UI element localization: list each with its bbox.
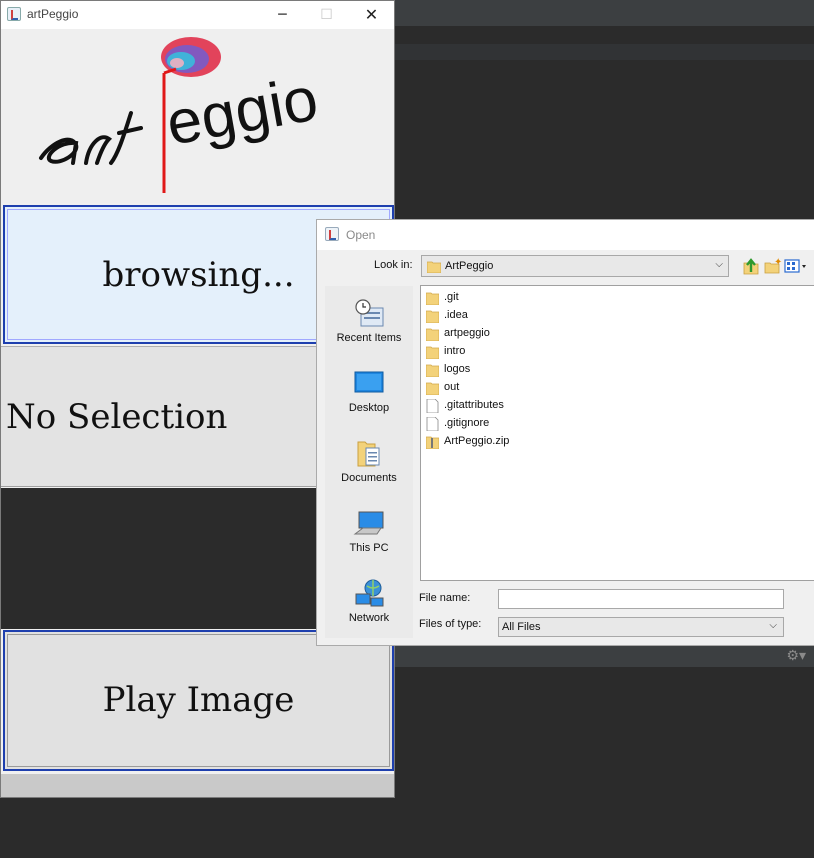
file-icon xyxy=(426,399,439,413)
file-name: .gitignore xyxy=(444,417,490,429)
new-folder-icon[interactable]: ✦ xyxy=(763,256,783,276)
look-in-value: ArtPeggio xyxy=(445,260,494,272)
look-in-label: Look in: xyxy=(374,259,413,271)
logo-area: eggio xyxy=(1,29,394,203)
dialog-title-bar: Open xyxy=(317,220,814,250)
place-recent-items[interactable]: Recent Items xyxy=(325,286,413,356)
ide-toolbar xyxy=(395,0,814,27)
this-pc-icon xyxy=(353,511,384,535)
place-desktop[interactable]: Desktop xyxy=(325,356,413,426)
desktop-icon xyxy=(354,371,384,393)
file-name: logos xyxy=(444,363,471,375)
network-icon xyxy=(355,579,384,607)
java-icon xyxy=(7,7,21,21)
file-icon xyxy=(426,417,439,431)
list-item[interactable]: ArtPeggio.zip xyxy=(424,433,624,451)
recent-items-icon xyxy=(355,299,384,327)
files-of-type-dropdown[interactable]: All Files ⌵ xyxy=(498,617,784,637)
window-title: artPeggio xyxy=(27,7,79,21)
maximize-button[interactable]: ☐ xyxy=(304,1,349,29)
play-image-button[interactable]: Play Image xyxy=(3,630,394,771)
view-menu-icon[interactable] xyxy=(784,256,808,276)
folder-icon xyxy=(427,261,441,273)
close-button[interactable]: ✕ xyxy=(349,1,394,29)
ide-tab-strip xyxy=(395,44,814,60)
list-item[interactable]: .idea xyxy=(424,307,624,325)
open-dialog: Open Look in: ArtPeggio ⌵ ✦ Recent Items xyxy=(316,219,814,646)
artpeggio-logo: eggio xyxy=(39,37,323,193)
file-name: .git xyxy=(444,291,459,303)
file-name: artpeggio xyxy=(444,327,490,339)
status-bar xyxy=(1,774,394,797)
file-name-label: File name: xyxy=(419,592,471,604)
place-network[interactable]: Network xyxy=(325,566,413,636)
place-label: Network xyxy=(348,612,390,624)
place-label: Recent Items xyxy=(336,332,402,344)
file-name: ArtPeggio.zip xyxy=(444,435,510,447)
gear-icon[interactable]: ⚙▾ xyxy=(786,648,806,664)
ide-status-strip: ⚙▾ xyxy=(395,645,814,667)
folder-icon xyxy=(426,328,439,341)
file-name: out xyxy=(444,381,460,393)
file-name: intro xyxy=(444,345,466,357)
title-bar: artPeggio ─ ☐ ✕ xyxy=(1,1,394,29)
place-label: This PC xyxy=(349,542,389,554)
folder-icon xyxy=(426,364,439,377)
list-item[interactable]: artpeggio xyxy=(424,325,624,343)
minimize-button[interactable]: ─ xyxy=(260,1,305,29)
list-item[interactable]: .gitignore xyxy=(424,415,624,433)
folder-icon xyxy=(426,382,439,395)
folder-icon xyxy=(426,310,439,323)
file-name: .idea xyxy=(444,309,468,321)
zip-icon xyxy=(426,436,439,449)
play-image-button-label: Play Image xyxy=(102,680,295,720)
folder-icon xyxy=(426,346,439,359)
up-one-level-icon[interactable] xyxy=(741,256,761,276)
place-label: Desktop xyxy=(348,402,390,414)
list-item[interactable]: intro xyxy=(424,343,624,361)
svg-text:eggio: eggio xyxy=(161,64,322,158)
java-icon xyxy=(325,227,339,241)
places-bar: Recent Items Desktop Documents This PC N… xyxy=(325,286,413,638)
list-item[interactable]: logos xyxy=(424,361,624,379)
files-of-type-value: All Files xyxy=(502,621,541,633)
file-name: .gitattributes xyxy=(444,399,504,411)
list-item[interactable]: out xyxy=(424,379,624,397)
chevron-down-icon: ⌵ xyxy=(715,259,723,270)
files-of-type-label: Files of type: xyxy=(419,618,482,630)
documents-icon xyxy=(357,441,380,467)
file-list[interactable]: .git .idea artpeggio intro logos out .gi… xyxy=(420,285,814,581)
selection-status-text: No Selection xyxy=(6,397,228,437)
list-item[interactable]: .git xyxy=(424,289,624,307)
look-in-dropdown[interactable]: ArtPeggio ⌵ xyxy=(421,255,729,277)
dialog-title: Open xyxy=(346,228,376,242)
place-this-pc[interactable]: This PC xyxy=(325,496,413,566)
svg-text:✦: ✦ xyxy=(774,257,782,268)
folder-icon xyxy=(426,292,439,305)
place-documents[interactable]: Documents xyxy=(325,426,413,496)
file-name-input[interactable] xyxy=(498,589,784,609)
place-label: Documents xyxy=(341,472,397,484)
chevron-down-icon: ⌵ xyxy=(769,620,777,631)
list-item[interactable]: .gitattributes xyxy=(424,397,624,415)
